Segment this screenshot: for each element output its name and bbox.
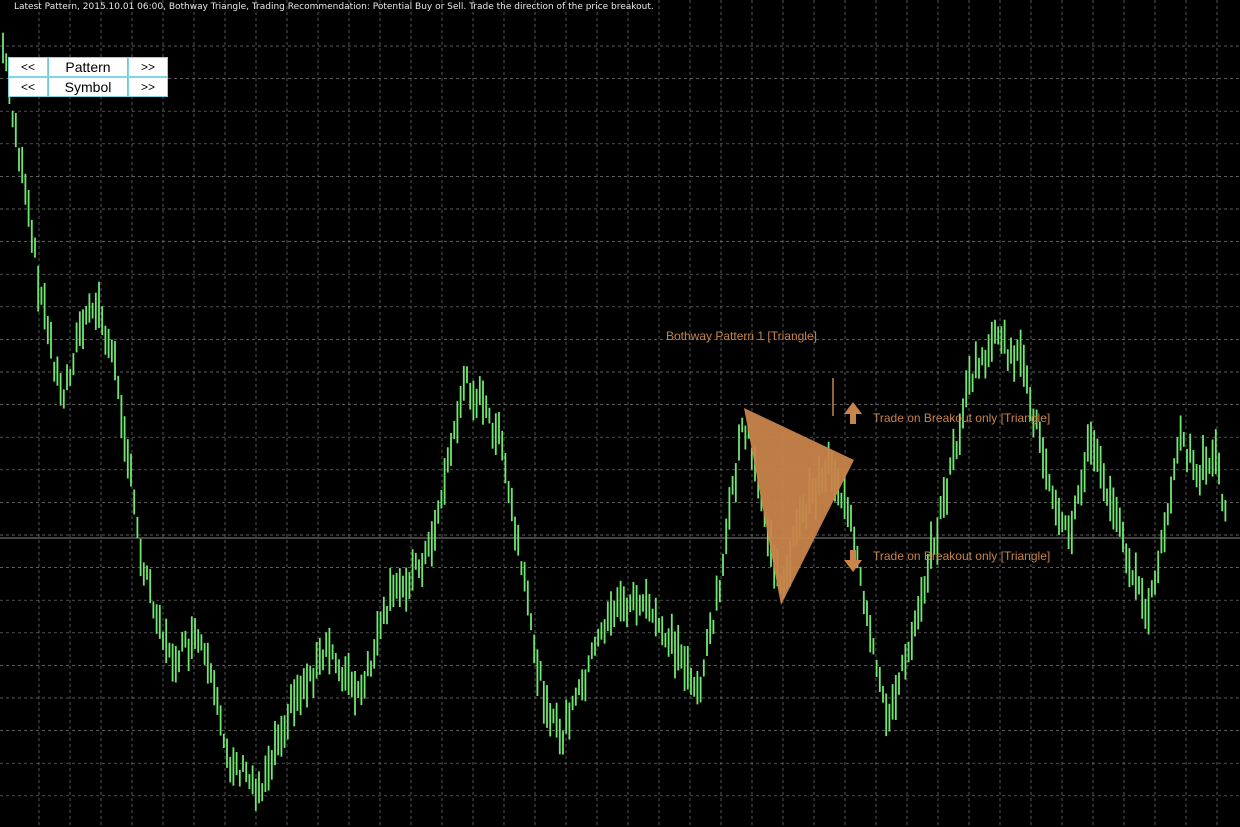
next-symbol-button[interactable]: >> <box>128 77 168 97</box>
sell-breakout-note: Trade on Breakout only [Triangle] <box>873 549 1051 563</box>
latest-pattern-status: Latest Pattern, 2015.10.01 06:00, Bothwa… <box>14 2 654 12</box>
arrow-down-icon <box>844 550 862 572</box>
navigation-panel: << Pattern >> << Symbol >> <box>8 57 168 97</box>
next-pattern-button[interactable]: >> <box>128 57 168 77</box>
arrow-up-icon <box>844 402 862 424</box>
chart-grid <box>0 0 1240 827</box>
symbol-nav-row: << Symbol >> <box>8 77 168 97</box>
prev-pattern-button[interactable]: << <box>8 57 48 77</box>
pattern-name-label: Bothway Pattern 1 [Triangle] <box>666 329 817 343</box>
prev-symbol-button[interactable]: << <box>8 77 48 97</box>
pattern-nav-row: << Pattern >> <box>8 57 168 77</box>
symbol-label: Symbol <box>48 77 128 97</box>
buy-breakout-note: Trade on Breakout only [Triangle] <box>873 411 1051 425</box>
price-chart[interactable] <box>0 0 1240 827</box>
pattern-label: Pattern <box>48 57 128 77</box>
